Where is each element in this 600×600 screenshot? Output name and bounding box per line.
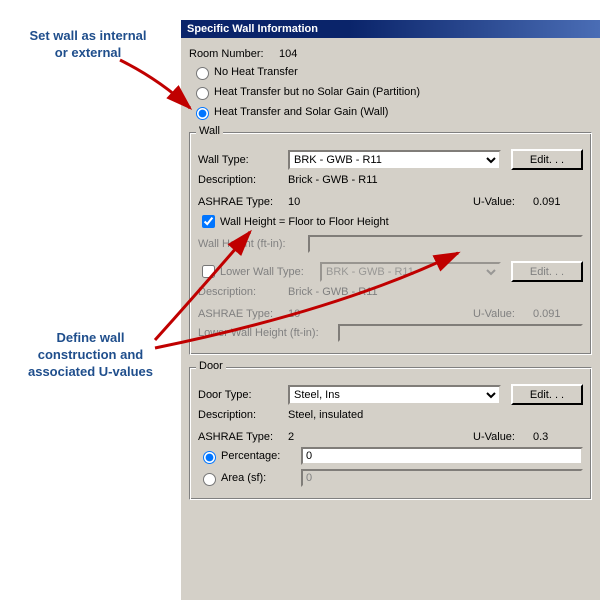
- wall-height-checkbox-label: Wall Height = Floor to Floor Height: [220, 216, 389, 228]
- door-uvalue-label: U-Value:: [473, 431, 533, 443]
- wall-uvalue-value: 0.091: [533, 196, 583, 208]
- lower-wall-desc-value: Brick - GWB - R11: [288, 286, 378, 298]
- door-area-input: [301, 469, 583, 487]
- wall-type-select[interactable]: BRK - GWB - R11: [288, 150, 501, 170]
- wall-height-checkbox[interactable]: [202, 215, 215, 228]
- wall-desc-label: Description:: [198, 174, 288, 186]
- dialog-title: Specific Wall Information: [181, 20, 600, 38]
- wall-type-label: Wall Type:: [198, 154, 288, 166]
- door-type-select[interactable]: Steel, Ins: [288, 385, 501, 405]
- radio-no-heat-transfer-label: No Heat Transfer: [214, 66, 298, 78]
- specific-wall-dialog: Specific Wall Information Room Number: 1…: [180, 20, 600, 600]
- door-type-label: Door Type:: [198, 389, 288, 401]
- door-groupbox: Door Type: Steel, Ins Edit. . . Descript…: [189, 367, 592, 500]
- lower-wall-height-label: Lower Wall Height (ft-in):: [198, 327, 338, 339]
- door-ashrae-label: ASHRAE Type:: [198, 431, 288, 443]
- annotation-top: Set wall as internalor external: [8, 28, 168, 62]
- door-percentage-radio[interactable]: [203, 451, 216, 464]
- radio-partition[interactable]: [196, 87, 209, 100]
- wall-edit-button[interactable]: Edit. . .: [511, 149, 583, 170]
- lower-wall-type-select: BRK - GWB - R11: [320, 262, 501, 282]
- lower-uvalue-label: U-Value:: [473, 308, 533, 320]
- lower-wall-label: Lower Wall Type:: [220, 266, 320, 278]
- lower-ashrae-label: ASHRAE Type:: [198, 308, 288, 320]
- wall-ashrae-label: ASHRAE Type:: [198, 196, 288, 208]
- lower-wall-desc-label: Description:: [198, 286, 288, 298]
- lower-ashrae-value: 10: [288, 308, 473, 320]
- radio-wall-label: Heat Transfer and Solar Gain (Wall): [214, 106, 388, 118]
- door-area-label: Area (sf):: [221, 472, 301, 484]
- door-ashrae-value: 2: [288, 431, 473, 443]
- door-edit-button[interactable]: Edit. . .: [511, 384, 583, 405]
- door-percentage-input[interactable]: [301, 447, 583, 465]
- lower-wall-checkbox[interactable]: [202, 265, 215, 278]
- door-desc-label: Description:: [198, 409, 288, 421]
- radio-wall[interactable]: [196, 107, 209, 120]
- door-area-radio[interactable]: [203, 473, 216, 486]
- wall-desc-value: Brick - GWB - R11: [288, 174, 378, 186]
- lower-wall-height-input: [338, 324, 583, 342]
- door-uvalue-value: 0.3: [533, 431, 583, 443]
- lower-uvalue-value: 0.091: [533, 308, 583, 320]
- lower-wall-edit-button: Edit. . .: [511, 261, 583, 282]
- wall-groupbox: Wall Type: BRK - GWB - R11 Edit. . . Des…: [189, 132, 592, 355]
- door-desc-value: Steel, insulated: [288, 409, 363, 421]
- room-number-label: Room Number:: [189, 48, 279, 60]
- wall-height-label: Wall Height (ft-in):: [198, 238, 308, 250]
- wall-ashrae-value: 10: [288, 196, 473, 208]
- door-percentage-label: Percentage:: [221, 450, 301, 462]
- room-number-value: 104: [279, 48, 297, 60]
- wall-uvalue-label: U-Value:: [473, 196, 533, 208]
- wall-height-input: [308, 235, 583, 253]
- radio-partition-label: Heat Transfer but no Solar Gain (Partiti…: [214, 86, 420, 98]
- annotation-bottom: Define wallconstruction andassociated U-…: [8, 330, 173, 381]
- radio-no-heat-transfer[interactable]: [196, 67, 209, 80]
